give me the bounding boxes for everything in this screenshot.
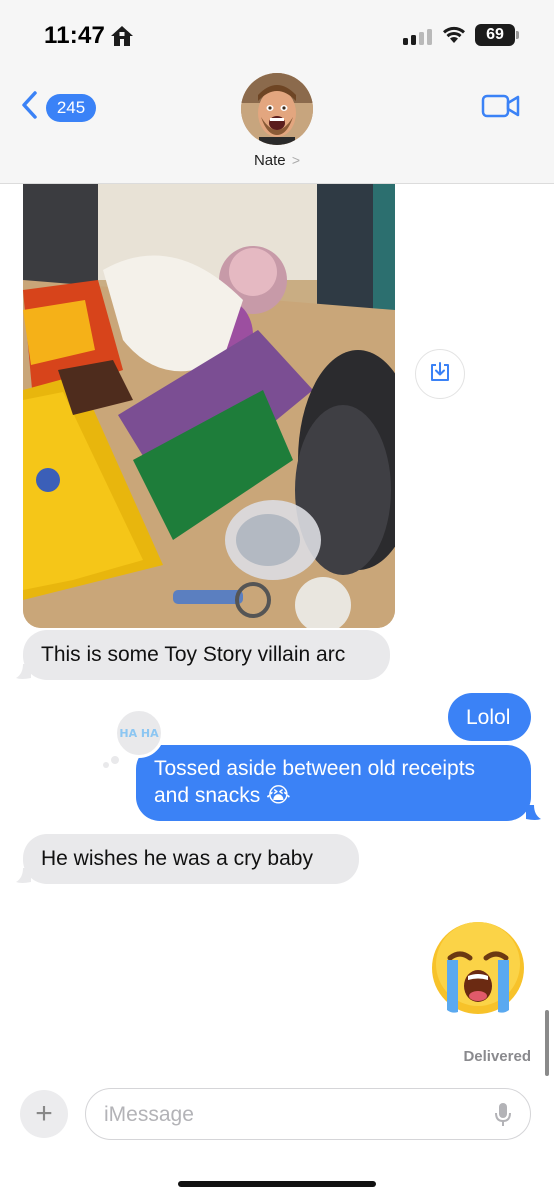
home-icon xyxy=(109,24,135,53)
cellular-signal-icon xyxy=(403,29,432,45)
image-attachment[interactable] xyxy=(23,160,395,628)
tapback-tail xyxy=(109,754,121,766)
crying-face-emoji[interactable] xyxy=(430,920,526,1016)
bubble-tail xyxy=(526,805,541,820)
scrollbar[interactable] xyxy=(545,1010,549,1076)
battery-indicator: 69 xyxy=(475,24,515,46)
apps-plus-button[interactable]: + xyxy=(20,1090,68,1138)
message-input-field[interactable] xyxy=(85,1088,531,1140)
download-icon xyxy=(429,361,451,388)
bubble-tail xyxy=(16,868,31,883)
plus-icon: + xyxy=(35,1097,53,1130)
tapback-label: HA HA xyxy=(119,726,159,740)
imessage-input[interactable] xyxy=(104,1101,464,1129)
unread-count-badge: 245 xyxy=(46,93,96,122)
home-indicator xyxy=(178,1181,376,1187)
chevron-left-icon xyxy=(20,90,38,125)
outgoing-message[interactable]: Tossed aside between old receipts and sn… xyxy=(136,745,531,821)
contact-name-label: Nate xyxy=(253,152,286,169)
wifi-icon xyxy=(441,24,467,49)
status-time: 11:47 xyxy=(44,22,106,49)
tapback-tail xyxy=(103,762,109,768)
conversation-header: 11:47 69 245 Nate > xyxy=(0,0,554,184)
back-button[interactable]: 245 xyxy=(20,90,96,125)
haha-tapback-badge[interactable]: HA HA xyxy=(114,708,164,758)
save-image-button[interactable] xyxy=(415,349,465,399)
delivery-status: Delivered xyxy=(463,1048,531,1065)
contact-avatar[interactable] xyxy=(241,73,313,145)
microphone-icon[interactable] xyxy=(494,1102,512,1133)
outgoing-message[interactable]: Lolol xyxy=(448,693,531,741)
contact-name[interactable]: Nate > xyxy=(0,152,554,169)
incoming-message[interactable]: He wishes he was a cry baby xyxy=(23,834,359,884)
incoming-message[interactable]: This is some Toy Story villain arc xyxy=(23,630,390,680)
chevron-right-icon: > xyxy=(291,152,301,168)
bubble-tail xyxy=(16,664,31,679)
video-camera-icon[interactable] xyxy=(481,93,521,124)
battery-cap xyxy=(516,31,519,39)
